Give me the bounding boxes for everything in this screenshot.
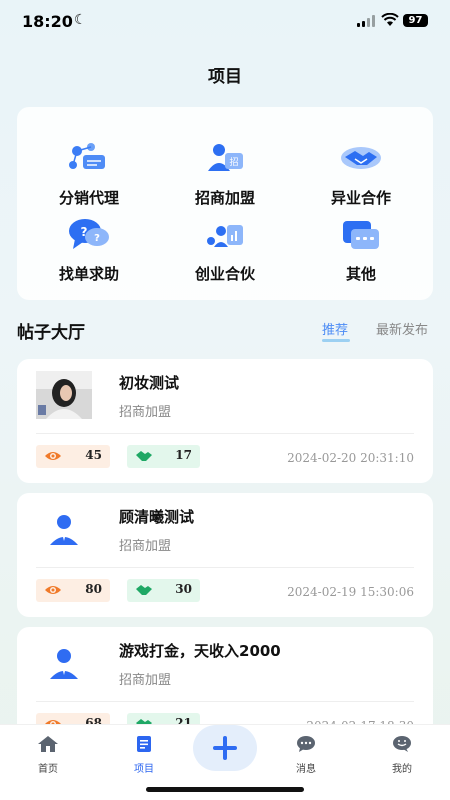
- tab-mine[interactable]: 我的: [372, 735, 432, 775]
- category-franchise[interactable]: 招 招商加盟: [165, 141, 285, 208]
- svg-text:?: ?: [81, 225, 88, 239]
- handshake-icon: [341, 147, 381, 169]
- photo-avatar: [36, 371, 92, 419]
- category-partner[interactable]: 创业合伙: [165, 217, 285, 284]
- status-bar: 18:20 ☾ 97: [0, 0, 450, 44]
- add-post-button[interactable]: [193, 725, 257, 771]
- tab-home[interactable]: 首页: [18, 735, 78, 775]
- eye-icon: [45, 452, 61, 460]
- svg-text:?: ?: [94, 233, 100, 244]
- tab-label: 我的: [392, 764, 412, 775]
- cellular-signal-icon: [357, 15, 377, 27]
- deals-badge: 30: [127, 579, 200, 602]
- profile-chat-icon: [393, 736, 411, 752]
- section-title: 帖子大厅: [17, 323, 85, 343]
- moon-icon: ☾: [74, 12, 87, 28]
- wifi-icon: [381, 13, 399, 26]
- category-help[interactable]: ? ? 找单求助: [29, 217, 149, 284]
- views-badge: 45: [36, 445, 110, 468]
- default-user-icon: [50, 515, 78, 545]
- post-card[interactable]: 顾清曦测试 招商加盟 80 30 2024-02-19 15:30:06: [17, 493, 433, 617]
- post-date: 2024-02-20 20:31:10: [287, 451, 414, 465]
- home-indicator: [146, 787, 304, 792]
- eye-icon: [45, 586, 61, 594]
- post-title: 初妆测试: [119, 374, 180, 392]
- tab-active-indicator: [322, 339, 350, 342]
- tab-label: 首页: [38, 764, 58, 775]
- divider: [36, 567, 414, 568]
- post-tag: 招商加盟: [119, 405, 172, 420]
- tab-messages[interactable]: 消息: [276, 735, 336, 775]
- category-distribution[interactable]: 分销代理: [29, 141, 149, 208]
- category-cooperation[interactable]: 异业合作: [301, 141, 421, 208]
- home-icon: [38, 736, 58, 752]
- post-tag: 招商加盟: [119, 673, 172, 688]
- deals-count: 17: [175, 448, 192, 462]
- category-label: 创业合伙: [194, 265, 255, 283]
- svg-text:招: 招: [229, 156, 238, 168]
- battery-icon: 97: [403, 14, 428, 27]
- category-label: 异业合作: [330, 189, 391, 207]
- category-grid: 分销代理 招 招商加盟 异业合作 ? ? 找单求助 创业合伙 其他: [17, 107, 433, 300]
- default-user-icon: [50, 649, 78, 679]
- tab-label: 消息: [296, 764, 316, 775]
- views-count: 45: [85, 448, 102, 462]
- tab-project[interactable]: 项目: [114, 735, 174, 775]
- post-card[interactable]: 初妆测试 招商加盟 45 17 2024-02-20 20:31:10: [17, 359, 433, 483]
- tab-label: 项目: [134, 764, 154, 775]
- category-label: 其他: [345, 265, 376, 283]
- post-date: 2024-02-19 15:30:06: [287, 585, 414, 599]
- deals-badge: 17: [127, 445, 200, 468]
- document-icon: [137, 736, 151, 752]
- tab-latest[interactable]: 最新发布: [376, 319, 428, 338]
- help-icon: ? ?: [69, 219, 109, 249]
- franchise-icon: 招: [208, 144, 243, 171]
- post-title: 游戏打金，天收入2000: [119, 642, 281, 660]
- category-label: 找单求助: [58, 265, 119, 283]
- partner-icon: [207, 225, 243, 247]
- message-icon: [297, 736, 315, 752]
- handshake-icon: [136, 451, 152, 461]
- other-icon: [343, 221, 379, 249]
- post-tag: 招商加盟: [119, 539, 172, 554]
- category-label: 分销代理: [58, 189, 119, 207]
- page-title: 项目: [208, 67, 242, 87]
- category-label: 招商加盟: [194, 189, 255, 207]
- distribution-icon: [69, 143, 105, 169]
- deals-count: 30: [175, 582, 192, 596]
- tab-recommended[interactable]: 推荐: [322, 319, 348, 338]
- handshake-icon: [136, 585, 152, 595]
- views-count: 80: [85, 582, 102, 596]
- post-title: 顾清曦测试: [119, 508, 195, 526]
- divider: [36, 433, 414, 434]
- views-badge: 80: [36, 579, 110, 602]
- status-time: 18:20: [22, 12, 73, 31]
- category-other[interactable]: 其他: [301, 217, 421, 284]
- divider: [36, 701, 414, 702]
